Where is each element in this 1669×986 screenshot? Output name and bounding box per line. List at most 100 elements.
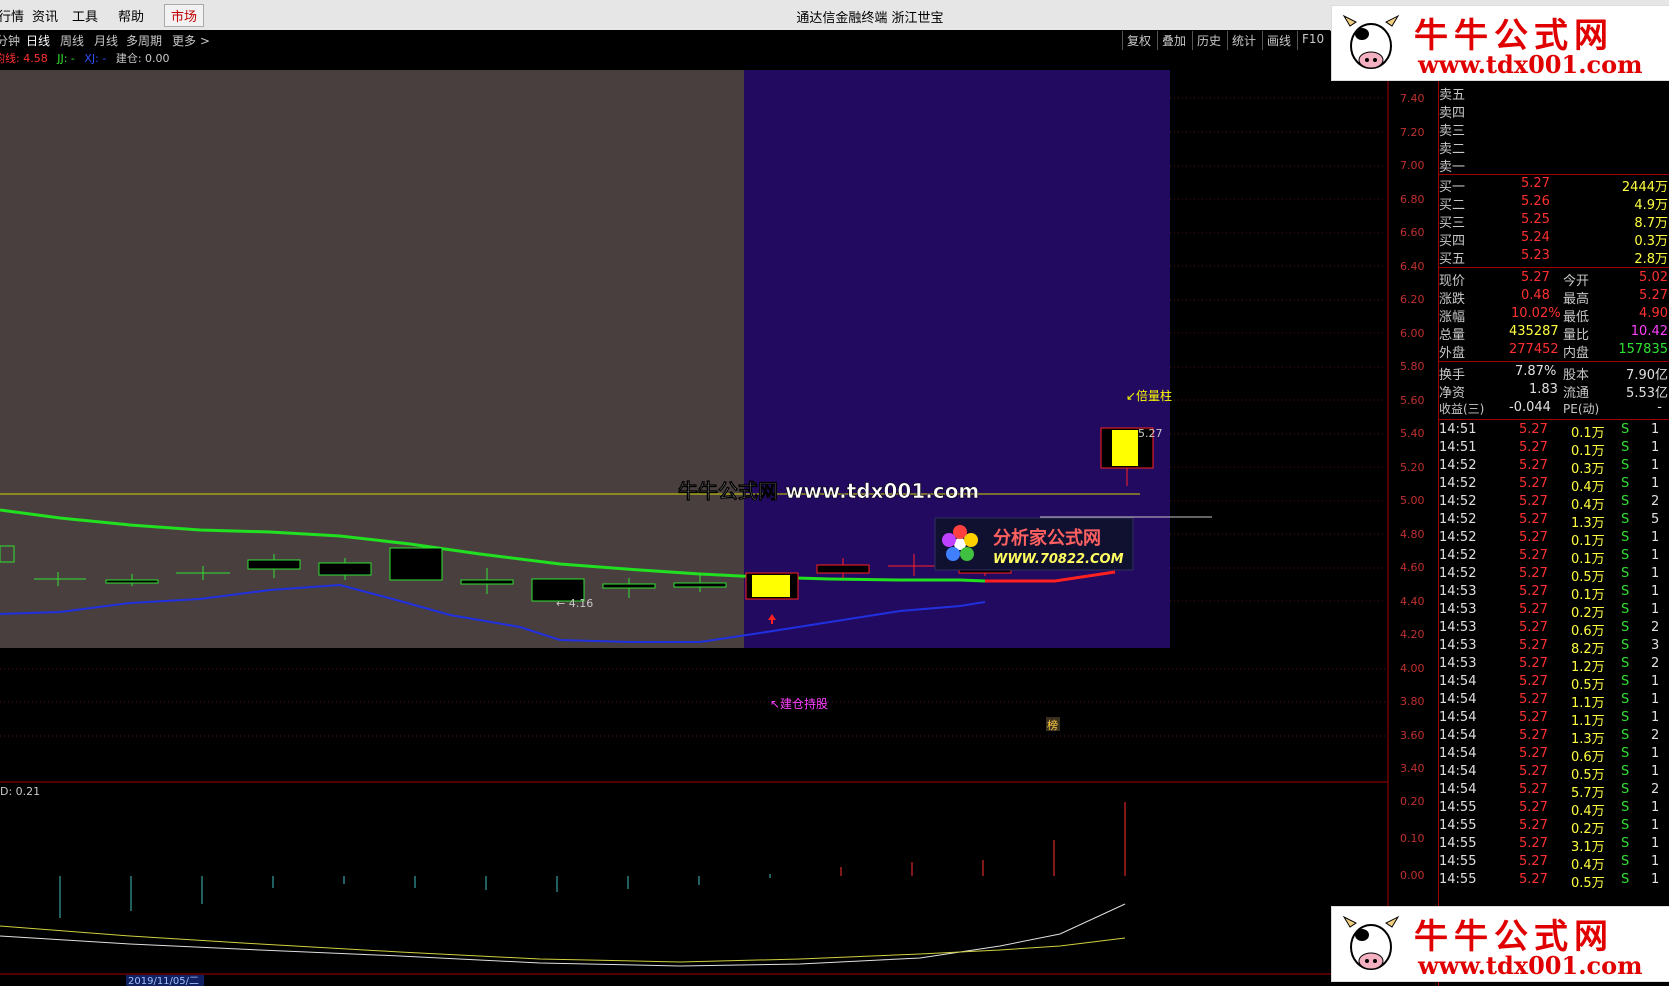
tick-row[interactable]: 14:54 5.27 0.5万 S 1 xyxy=(1439,764,1669,783)
tick-row[interactable]: 14:55 5.27 0.2万 S 1 xyxy=(1439,818,1669,837)
tick-row[interactable]: 14:55 5.27 3.1万 S 1 xyxy=(1439,836,1669,855)
low-price-label: ← 4.16 xyxy=(556,597,593,610)
tick-time: 14:52 xyxy=(1439,458,1477,473)
tick-time: 14:52 xyxy=(1439,512,1477,527)
statistics-button[interactable]: 统计 xyxy=(1227,31,1260,50)
tick-volume: 0.1万 xyxy=(1571,588,1605,603)
watermark-url: www.tdx001.com xyxy=(1418,951,1643,980)
menu-item-quotes[interactable]: 行情 xyxy=(0,6,24,25)
tick-row[interactable]: 14:55 5.27 0.4万 S 1 xyxy=(1439,854,1669,873)
date-label: 2019/11/05/二 xyxy=(128,976,199,986)
candle xyxy=(389,547,443,581)
menu-item-market[interactable]: 市场 xyxy=(164,4,205,27)
tick-price: 5.27 xyxy=(1519,674,1548,689)
fund-row: 换手 7.87% 股本 7.90亿 xyxy=(1439,364,1668,383)
tick-price: 5.27 xyxy=(1519,764,1548,779)
tick-count: 2 xyxy=(1651,620,1660,635)
kline-chart[interactable]: ← 4.16 5.27 ↙倍量柱 ↖建仓持股 榜 牛牛公式网 www.tdx00… xyxy=(0,66,1438,986)
tick-row[interactable]: 14:54 5.27 0.6万 S 1 xyxy=(1439,746,1669,765)
menu-item-tools[interactable]: 工具 xyxy=(72,6,98,25)
tick-row[interactable]: 14:51 5.27 0.1万 S 1 xyxy=(1439,440,1669,459)
tick-row[interactable]: 14:54 5.27 1.1万 S 1 xyxy=(1439,692,1669,711)
tick-volume: 0.4万 xyxy=(1571,858,1605,873)
draw-line-button[interactable]: 画线 xyxy=(1262,31,1295,50)
tick-count: 2 xyxy=(1651,494,1660,509)
tick-price: 5.27 xyxy=(1519,458,1548,473)
tick-row[interactable]: 14:54 5.27 1.3万 S 2 xyxy=(1439,728,1669,747)
tick-row[interactable]: 14:52 5.27 0.1万 S 1 xyxy=(1439,548,1669,567)
buy-row-3: 买三 5.25 8.7万 xyxy=(1439,212,1668,231)
tick-side: S xyxy=(1621,602,1630,617)
tick-count: 1 xyxy=(1651,566,1660,581)
tick-time: 14:54 xyxy=(1439,692,1477,707)
fenxi-logo-url: WWW.70822.COM xyxy=(993,552,1124,567)
tick-row[interactable]: 14:53 5.27 0.6万 S 2 xyxy=(1439,620,1669,639)
tick-row[interactable]: 14:53 5.27 8.2万 S 3 xyxy=(1439,638,1669,657)
tick-row[interactable]: 14:52 5.27 0.5万 S 1 xyxy=(1439,566,1669,585)
buy-row-2: 买二 5.26 4.9万 xyxy=(1439,194,1668,213)
tab-minute[interactable]: 分钟 xyxy=(0,32,20,49)
tick-volume: 0.5万 xyxy=(1571,876,1605,891)
tick-row[interactable]: 14:53 5.27 0.2万 S 1 xyxy=(1439,602,1669,621)
quote-row: 外盘 277452 内盘 157835 xyxy=(1439,342,1668,361)
tick-price: 5.27 xyxy=(1519,782,1548,797)
tick-row[interactable]: 14:52 5.27 0.4万 S 1 xyxy=(1439,476,1669,495)
tick-side: S xyxy=(1621,530,1630,545)
candle xyxy=(460,579,514,585)
tick-count: 1 xyxy=(1651,422,1660,437)
tick-count: 1 xyxy=(1651,458,1660,473)
menu-item-help[interactable]: 帮助 xyxy=(118,6,144,25)
tick-time: 14:53 xyxy=(1439,584,1477,599)
candle xyxy=(318,562,372,576)
tick-time: 14:51 xyxy=(1439,422,1477,437)
tick-price: 5.27 xyxy=(1519,476,1548,491)
indicator-legend: 均线: 4.58 JJ: - XJ: - 建仓: 0.00 xyxy=(0,50,170,66)
tab-weekly[interactable]: 周线 xyxy=(60,32,84,49)
history-button[interactable]: 历史 xyxy=(1192,31,1225,50)
tick-row[interactable]: 14:54 5.27 0.5万 S 1 xyxy=(1439,674,1669,693)
tick-row[interactable]: 14:53 5.27 0.1万 S 1 xyxy=(1439,584,1669,603)
sell-row-4: 卖四 xyxy=(1439,106,1466,121)
tick-count: 1 xyxy=(1651,602,1660,617)
tab-more[interactable]: 更多 > xyxy=(172,32,210,49)
tick-row[interactable]: 14:54 5.27 5.7万 S 2 xyxy=(1439,782,1669,801)
tick-row[interactable]: 14:54 5.27 1.1万 S 1 xyxy=(1439,710,1669,729)
tick-row[interactable]: 14:52 5.27 0.1万 S 1 xyxy=(1439,530,1669,549)
candle xyxy=(673,582,727,588)
tick-row[interactable]: 14:52 5.27 0.3万 S 1 xyxy=(1439,458,1669,477)
tick-time: 14:51 xyxy=(1439,440,1477,455)
tick-side: S xyxy=(1621,674,1630,689)
tick-side: S xyxy=(1621,494,1630,509)
watermark-bottom: 牛牛公式网 www.tdx001.com xyxy=(1331,906,1669,982)
tick-row[interactable]: 14:55 5.27 0.4万 S 1 xyxy=(1439,800,1669,819)
separator xyxy=(1439,267,1669,268)
tick-side: S xyxy=(1621,566,1630,581)
separator xyxy=(1439,419,1669,420)
menu-item-news[interactable]: 资讯 xyxy=(32,6,58,25)
tab-monthly[interactable]: 月线 xyxy=(94,32,118,49)
tick-row[interactable]: 14:51 5.27 0.1万 S 1 xyxy=(1439,422,1669,441)
candle xyxy=(602,583,656,589)
tick-row[interactable]: 14:52 5.27 0.4万 S 2 xyxy=(1439,494,1669,513)
restore-rights-button[interactable]: 复权 xyxy=(1122,31,1155,50)
history-region xyxy=(0,70,744,648)
tick-side: S xyxy=(1621,800,1630,815)
tick-row[interactable]: 14:55 5.27 0.5万 S 1 xyxy=(1439,872,1669,891)
tick-price: 5.27 xyxy=(1519,854,1548,869)
tick-volume: 0.1万 xyxy=(1571,552,1605,567)
tick-count: 1 xyxy=(1651,746,1660,761)
tab-multi-period[interactable]: 多周期 xyxy=(126,32,162,49)
overlay-watermark-text: 牛牛公式网 www.tdx001.com xyxy=(678,479,979,503)
tick-row[interactable]: 14:52 5.27 1.3万 S 5 xyxy=(1439,512,1669,531)
tick-price: 5.27 xyxy=(1519,872,1548,887)
tick-side: S xyxy=(1621,548,1630,563)
tick-price: 5.27 xyxy=(1519,836,1548,851)
f10-button[interactable]: F10 xyxy=(1297,31,1328,50)
sub-legend: D: 0.21 xyxy=(0,785,40,798)
tick-price: 5.27 xyxy=(1519,566,1548,581)
overlay-button[interactable]: 叠加 xyxy=(1157,31,1190,50)
tick-row[interactable]: 14:53 5.27 1.2万 S 2 xyxy=(1439,656,1669,675)
price-tick: 3.80 xyxy=(1400,695,1425,708)
tab-daily[interactable]: 日线 xyxy=(26,32,50,49)
tick-count: 1 xyxy=(1651,692,1660,707)
